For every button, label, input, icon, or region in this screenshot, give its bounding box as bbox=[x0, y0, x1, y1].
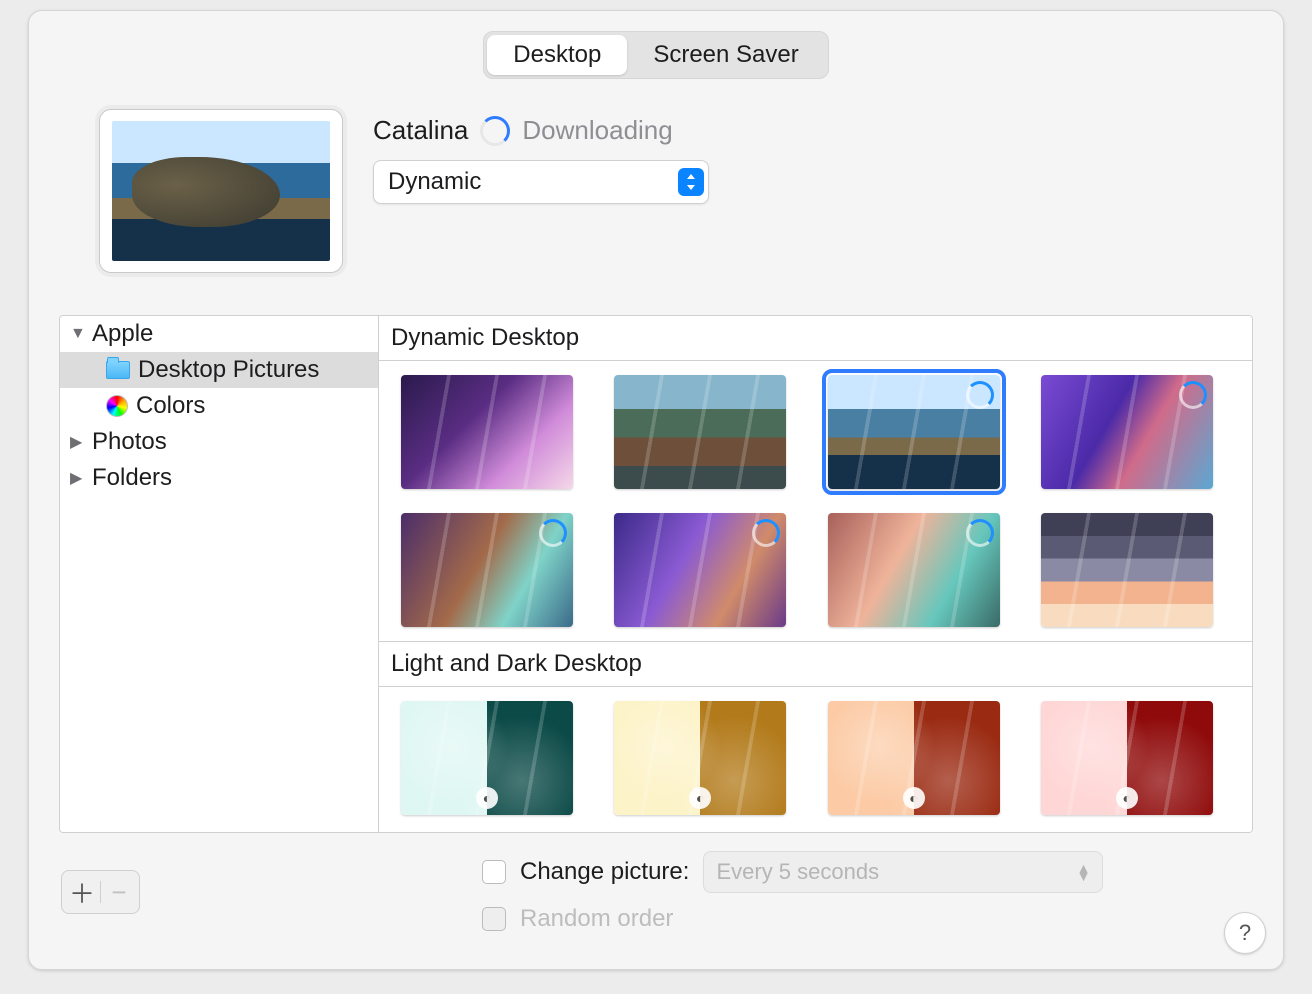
add-folder-button[interactable]: ＋ bbox=[68, 878, 96, 906]
light-dark-badge-icon: ◐ bbox=[903, 787, 925, 809]
sidebar-item-label: Folders bbox=[92, 464, 172, 492]
diagonal-overlay bbox=[401, 375, 573, 489]
wallpaper-gallery: Dynamic Desktop Light and Dark Desktop ◐… bbox=[379, 316, 1252, 832]
appearance-mode-value: Dynamic bbox=[388, 168, 481, 196]
wallpaper-thumb-imac-teal[interactable]: ◐ bbox=[401, 701, 573, 815]
sidebar-item-desktop-pictures[interactable]: Desktop Pictures bbox=[60, 352, 378, 388]
light-dark-badge-icon: ◐ bbox=[689, 787, 711, 809]
random-order-label: Random order bbox=[520, 905, 673, 933]
wallpaper-thumb-imac-orange[interactable]: ◐ bbox=[828, 701, 1000, 815]
light-dark-badge-icon: ◐ bbox=[476, 787, 498, 809]
chevron-right-icon: ▶ bbox=[70, 432, 84, 452]
current-wallpaper-preview bbox=[99, 109, 343, 273]
wallpaper-thumb-catalina[interactable] bbox=[828, 375, 1000, 489]
wallpaper-name: Catalina bbox=[373, 115, 468, 146]
change-picture-label: Change picture: bbox=[520, 858, 689, 886]
appearance-mode-select[interactable]: Dynamic bbox=[373, 160, 709, 204]
light-dark-badge-icon: ◐ bbox=[1116, 787, 1138, 809]
change-picture-checkbox[interactable] bbox=[482, 860, 506, 884]
sidebar-item-label: Photos bbox=[92, 428, 167, 456]
sidebar-item-apple[interactable]: ▼ Apple bbox=[60, 316, 378, 352]
section-header-lightdark: Light and Dark Desktop bbox=[379, 641, 1252, 687]
wallpaper-thumb-the-beach[interactable] bbox=[828, 513, 1000, 627]
wallpaper-thumb-hello-gradient[interactable] bbox=[1041, 513, 1213, 627]
add-remove-bar: ＋ − bbox=[61, 870, 140, 914]
desktop-prefs-window: Desktop Screen Saver Catalina Downloadin… bbox=[28, 10, 1284, 970]
sidebar-item-label: Desktop Pictures bbox=[138, 356, 319, 384]
random-order-checkbox bbox=[482, 907, 506, 931]
wallpaper-thumb-big-sur-graphic[interactable] bbox=[1041, 375, 1213, 489]
diagonal-overlay bbox=[1041, 513, 1213, 627]
sidebar-item-label: Apple bbox=[92, 320, 153, 348]
section-header-dynamic: Dynamic Desktop bbox=[379, 316, 1252, 361]
download-spinner-icon bbox=[966, 519, 994, 547]
chevron-down-icon: ▼ bbox=[70, 325, 84, 343]
sidebar-item-folders[interactable]: ▶ Folders bbox=[60, 460, 378, 496]
separator bbox=[100, 881, 101, 903]
download-spinner-icon bbox=[1179, 381, 1207, 409]
wallpaper-thumb-imac-red[interactable]: ◐ bbox=[1041, 701, 1213, 815]
wallpaper-thumb-imac-yellow[interactable]: ◐ bbox=[614, 701, 786, 815]
select-caret-icon bbox=[678, 168, 704, 196]
change-interval-value: Every 5 seconds bbox=[716, 859, 879, 885]
download-spinner-icon bbox=[966, 381, 994, 409]
source-sidebar: ▼ Apple Desktop Pictures Colors ▶ Photos… bbox=[60, 316, 379, 832]
chevron-right-icon: ▶ bbox=[70, 468, 84, 488]
tab-desktop[interactable]: Desktop bbox=[487, 35, 627, 75]
download-spinner-icon bbox=[480, 116, 510, 146]
wallpaper-thumb-the-lake[interactable] bbox=[401, 513, 573, 627]
help-button[interactable]: ? bbox=[1224, 912, 1266, 954]
download-spinner-icon bbox=[539, 519, 567, 547]
sidebar-item-photos[interactable]: ▶ Photos bbox=[60, 424, 378, 460]
color-wheel-icon bbox=[106, 395, 128, 417]
wallpaper-thumb-the-desert[interactable] bbox=[614, 513, 786, 627]
wallpaper-thumb-monterey-graphic[interactable] bbox=[401, 375, 573, 489]
remove-folder-button: − bbox=[105, 878, 133, 906]
download-status: Downloading bbox=[522, 115, 672, 146]
sidebar-item-label: Colors bbox=[136, 392, 205, 420]
preview-image bbox=[112, 121, 330, 261]
select-caret-icon: ▲▼ bbox=[1077, 864, 1091, 880]
tab-bar: Desktop Screen Saver bbox=[483, 31, 828, 79]
sidebar-item-colors[interactable]: Colors bbox=[60, 388, 378, 424]
diagonal-overlay bbox=[614, 375, 786, 489]
folder-icon bbox=[106, 361, 130, 379]
tab-screensaver[interactable]: Screen Saver bbox=[627, 35, 824, 75]
wallpaper-thumb-big-sur-aerial[interactable] bbox=[614, 375, 786, 489]
change-interval-select: Every 5 seconds ▲▼ bbox=[703, 851, 1103, 893]
